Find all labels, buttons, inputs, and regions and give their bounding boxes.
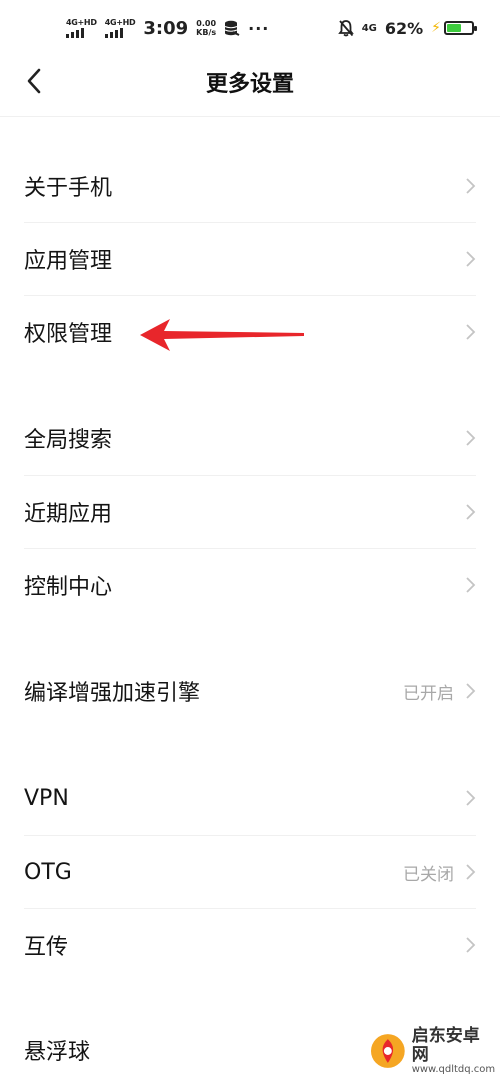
list-item-about-phone[interactable]: 关于手机 xyxy=(0,150,500,222)
list-item-vpn[interactable]: VPN xyxy=(0,762,500,834)
chevron-right-icon xyxy=(466,430,476,446)
item-status-value: 已开启 xyxy=(403,683,454,704)
storage-icon xyxy=(224,20,240,36)
network-speed: 0.00 KB/s xyxy=(196,19,216,37)
list-item-control-center[interactable]: 控制中心 xyxy=(0,549,500,621)
item-label: 互传 xyxy=(24,935,69,960)
battery-icon xyxy=(444,21,477,35)
chevron-right-icon xyxy=(466,683,476,699)
list-item-compile-boost-engine[interactable]: 编译增强加速引擎 已开启 xyxy=(0,655,500,727)
status-left: 4G+HD 4G+HD 3:09 0.00 KB/s ··· xyxy=(66,18,269,39)
chevron-right-icon xyxy=(466,577,476,593)
item-status-value: 已关闭 xyxy=(403,864,454,885)
item-label: 全局搜索 xyxy=(24,428,113,453)
mute-bell-icon xyxy=(337,20,354,37)
more-icon: ··· xyxy=(248,18,270,38)
chevron-right-icon xyxy=(466,504,476,520)
chevron-right-icon xyxy=(466,251,476,267)
chevron-right-icon xyxy=(466,937,476,953)
network-type-label: 4G xyxy=(361,22,377,34)
list-item-global-search[interactable]: 全局搜索 xyxy=(0,402,500,474)
item-label: 近期应用 xyxy=(24,502,113,527)
item-label: OTG xyxy=(24,859,72,885)
list-item-transfer[interactable]: 互传 xyxy=(0,909,500,981)
item-label: 应用管理 xyxy=(24,249,113,274)
speed-value: 0.00 xyxy=(196,19,217,28)
list-item-app-management[interactable]: 应用管理 xyxy=(0,223,500,295)
watermark-logo-icon xyxy=(370,1034,405,1068)
item-label: 编译增强加速引擎 xyxy=(24,681,201,706)
status-bar: 4G+HD 4G+HD 3:09 0.00 KB/s ··· 4G 62% ⚡ xyxy=(0,0,500,56)
chevron-right-icon xyxy=(466,864,476,880)
item-label: 控制中心 xyxy=(24,575,113,600)
red-arrow-annotation xyxy=(140,319,304,351)
watermark-name: 启东安卓网 xyxy=(411,1025,480,1065)
chevron-right-icon xyxy=(466,178,476,194)
charging-bolt-icon: ⚡ xyxy=(431,20,441,36)
list-item-recent-apps[interactable]: 近期应用 xyxy=(0,476,500,548)
status-right: 4G 62% ⚡ xyxy=(337,18,477,38)
watermark: 启东安卓网 www.qdltdq.com xyxy=(370,1024,496,1078)
battery-indicator: ⚡ xyxy=(431,20,477,36)
item-label: VPN xyxy=(24,785,69,811)
title-divider xyxy=(0,116,500,117)
chevron-right-icon xyxy=(466,790,476,806)
item-label: 关于手机 xyxy=(24,176,113,201)
watermark-url: www.qdltdq.com xyxy=(411,1064,496,1076)
network-type-label: 4G+HD xyxy=(104,17,136,27)
signal-strength-icon: 4G+HD xyxy=(104,17,136,38)
network-type-label: 4G+HD xyxy=(66,17,97,27)
page-title: 更多设置 xyxy=(205,72,294,97)
chevron-right-icon xyxy=(466,324,476,340)
clock: 3:09 xyxy=(143,17,189,39)
speed-unit: KB/s xyxy=(196,28,217,37)
signal-strength-icon: 4G+HD xyxy=(66,17,97,38)
list-item-otg[interactable]: OTG 已关闭 xyxy=(0,836,500,908)
battery-percent: 62% xyxy=(384,18,424,38)
title-bar: 更多设置 xyxy=(0,56,500,106)
